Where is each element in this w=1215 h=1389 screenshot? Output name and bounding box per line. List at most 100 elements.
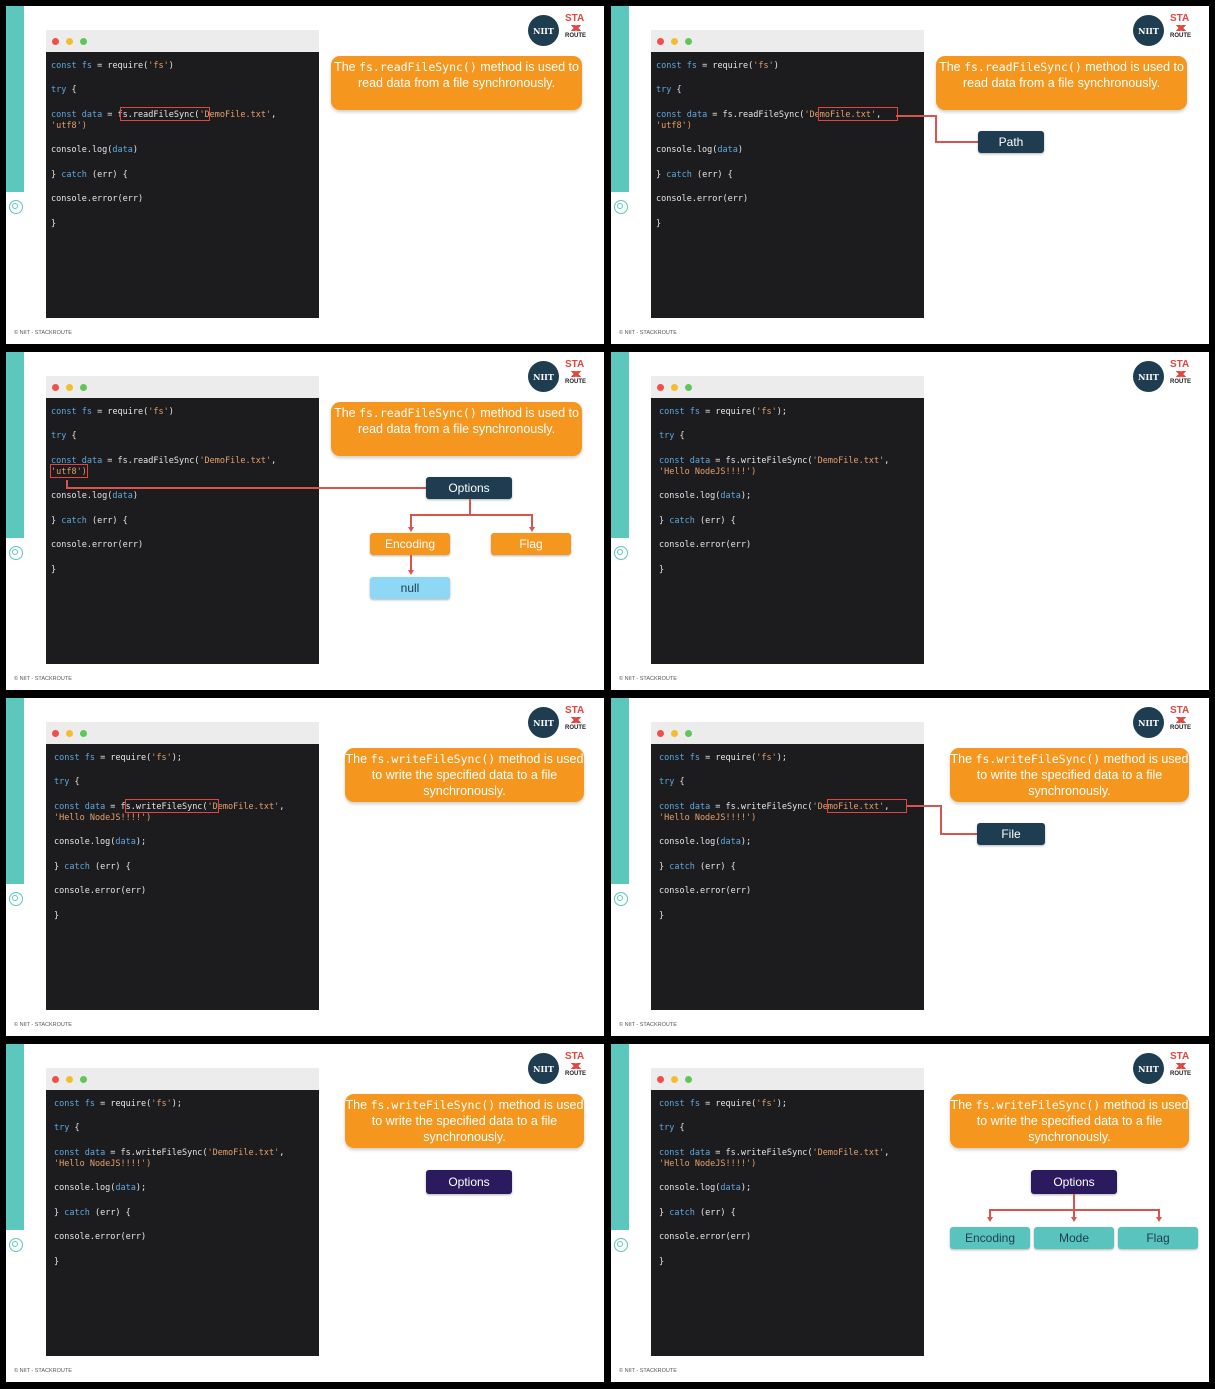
minimize-dot-icon	[66, 1076, 73, 1083]
minimize-dot-icon	[671, 730, 678, 737]
brand-logos: NIIT STA ROUTE	[528, 1052, 592, 1086]
niit-logo: NIIT	[528, 1053, 559, 1084]
window-titlebar	[46, 1068, 319, 1090]
slide-6: NIIT STA ROUTE const fs = require('fs'); …	[611, 698, 1209, 1036]
code-editor: const fs = require('fs'); try { const da…	[46, 1090, 319, 1356]
brand-logos: NIIT STA ROUTE	[1133, 1052, 1197, 1086]
close-dot-icon	[657, 38, 664, 45]
niit-logo: NIIT	[1133, 707, 1164, 738]
code-line: try {	[51, 85, 77, 95]
code-line: const fs = require('fs');	[659, 753, 787, 763]
minimize-dot-icon	[66, 384, 73, 391]
maximize-dot-icon	[685, 1076, 692, 1083]
connector-line	[935, 115, 937, 142]
file-highlight	[827, 799, 907, 813]
target-icon	[614, 1238, 628, 1252]
code-line: try {	[659, 431, 685, 441]
code-line: }	[656, 219, 662, 229]
accent-bar	[611, 6, 629, 192]
options-label: Options	[426, 1170, 512, 1194]
slide-5: NIIT STA ROUTE const fs = require('fs'); …	[6, 698, 604, 1036]
brand-logos: NIIT STA ROUTE	[528, 706, 592, 740]
code-window: const fs = require('fs'); try { const da…	[651, 376, 924, 664]
slide-2: NIIT STA ROUTE const fs = require('fs') t…	[611, 6, 1209, 344]
code-line: }	[51, 565, 57, 575]
code-line: } catch (err) {	[659, 862, 736, 872]
info-callout: The fs.readFileSync() method is used to …	[936, 56, 1187, 110]
code-line: console.error(err)	[54, 1232, 147, 1242]
arrow-icon	[408, 570, 414, 575]
code-line: 'utf8')	[656, 121, 692, 131]
code-line: const data = fs.writeFileSync('DemoFile.…	[659, 456, 890, 466]
mode-label: Mode	[1034, 1227, 1114, 1249]
window-titlebar	[651, 1068, 924, 1090]
stackroute-logo: STA ROUTE	[1170, 359, 1191, 386]
niit-logo: NIIT	[1133, 1053, 1164, 1084]
code-line: }	[51, 219, 57, 229]
code-line: 'utf8')	[51, 121, 87, 131]
target-icon	[9, 546, 23, 560]
code-line: } catch (err) {	[659, 1208, 736, 1218]
code-line: 'Hello NodeJS!!!!')	[659, 1159, 757, 1169]
niit-logo: NIIT	[528, 361, 559, 392]
footer-copyright: © NIIT - STACKROUTE	[14, 1022, 72, 1028]
close-dot-icon	[52, 384, 59, 391]
connector-line	[410, 514, 532, 516]
code-line: }	[659, 565, 665, 575]
brand-logos: NIIT STA ROUTE	[528, 14, 592, 48]
niit-logo: NIIT	[1133, 15, 1164, 46]
code-line: try {	[54, 777, 80, 787]
stackroute-logo: STA ROUTE	[1170, 1051, 1191, 1078]
code-line: console.error(err)	[659, 1232, 752, 1242]
code-line: console.log(data)	[51, 491, 139, 501]
stackroute-logo: STA ROUTE	[1170, 705, 1191, 732]
connector-line	[469, 499, 471, 515]
maximize-dot-icon	[80, 384, 87, 391]
accent-bar	[6, 6, 24, 192]
slide-1: NIIT STA ROUTE const fs = require('fs') t…	[6, 6, 604, 344]
options-label: Options	[426, 477, 512, 499]
code-line: console.log(data);	[659, 837, 752, 847]
brand-logos: NIIT STA ROUTE	[1133, 360, 1197, 394]
info-callout: The fs.writeFileSync() method is used to…	[950, 1094, 1189, 1148]
minimize-dot-icon	[671, 38, 678, 45]
info-callout: The fs.writeFileSync() method is used to…	[345, 748, 584, 802]
code-window: const fs = require('fs'); try { const da…	[46, 722, 319, 1010]
code-line: console.error(err)	[54, 886, 147, 896]
close-dot-icon	[657, 730, 664, 737]
connector-line	[66, 487, 426, 489]
code-line: console.log(data);	[54, 837, 147, 847]
code-line: try {	[54, 1123, 80, 1133]
accent-bar	[6, 1044, 24, 1230]
footer-copyright: © NIIT - STACKROUTE	[619, 676, 677, 682]
code-line: console.error(err)	[51, 540, 144, 550]
maximize-dot-icon	[685, 730, 692, 737]
code-line: console.error(err)	[659, 886, 752, 896]
target-icon	[614, 546, 628, 560]
info-callout: The fs.readFileSync() method is used to …	[331, 402, 582, 456]
target-icon	[9, 892, 23, 906]
accent-bar	[6, 698, 24, 884]
accent-bar	[6, 352, 24, 538]
connector-line	[410, 514, 412, 528]
slide-7: NIIT STA ROUTE const fs = require('fs'); …	[6, 1044, 604, 1382]
info-callout: The fs.writeFileSync() method is used to…	[950, 748, 1189, 802]
encoding-label: Encoding	[370, 533, 450, 555]
connector-line	[531, 514, 533, 528]
window-titlebar	[651, 722, 924, 744]
code-line: } catch (err) {	[51, 170, 128, 180]
close-dot-icon	[657, 384, 664, 391]
close-dot-icon	[657, 1076, 664, 1083]
target-icon	[9, 200, 23, 214]
target-icon	[614, 892, 628, 906]
arrow-icon	[408, 527, 414, 532]
accent-bar	[611, 1044, 629, 1230]
window-titlebar	[651, 376, 924, 398]
window-titlebar	[46, 722, 319, 744]
code-line: 'Hello NodeJS!!!!')	[659, 813, 757, 823]
window-titlebar	[651, 30, 924, 52]
code-line: 'Hello NodeJS!!!!')	[54, 1159, 152, 1169]
code-line: }	[659, 1257, 665, 1267]
code-line: console.log(data)	[656, 145, 744, 155]
code-line: const data = fs.writeFileSync('DemoFile.…	[659, 1148, 890, 1158]
